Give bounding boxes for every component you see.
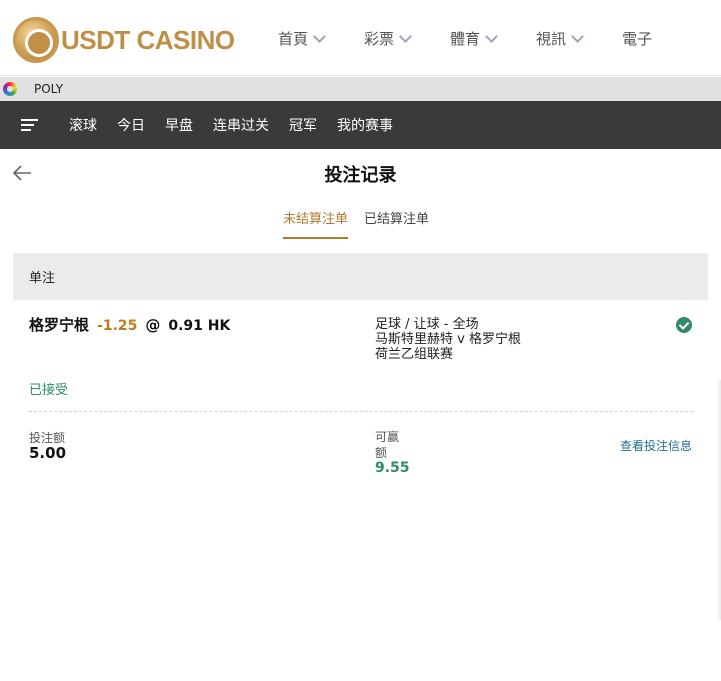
nav-label: 彩票 bbox=[364, 30, 395, 48]
sport-tab-early[interactable]: 早盘 bbox=[165, 115, 193, 135]
bet-selection-line: 格罗宁根 -1.25 @ 0.91 HK bbox=[29, 314, 230, 335]
casino-logo[interactable]: USDT CASINO bbox=[13, 16, 235, 64]
bet-status: 已接受 bbox=[29, 383, 69, 398]
sport-tab-today[interactable]: 今日 bbox=[117, 115, 145, 135]
sport-tabs: 滚球 今日 早盘 连串过关 冠军 我的赛事 bbox=[69, 115, 413, 135]
scroll-shadow bbox=[716, 380, 721, 620]
coin-logo-icon bbox=[13, 17, 59, 63]
logo-text: USDT CASINO bbox=[61, 24, 235, 55]
page-title: 投注记录 bbox=[324, 165, 397, 186]
site-header: USDT CASINO 首頁 彩票 體育 視訊 電子 bbox=[0, 0, 721, 76]
menu-icon[interactable] bbox=[21, 119, 38, 131]
dashed-divider bbox=[29, 411, 693, 412]
nav-label: 體育 bbox=[450, 30, 481, 48]
tab-settled[interactable]: 已结算注单 bbox=[364, 208, 429, 239]
handicap-value: -1.25 bbox=[97, 318, 138, 334]
main-nav: 首頁 彩票 體育 視訊 電子 bbox=[278, 28, 692, 49]
at-symbol: @ bbox=[145, 316, 161, 334]
nav-item-lottery[interactable]: 彩票 bbox=[364, 28, 412, 49]
tab-unsettled[interactable]: 未结算注单 bbox=[283, 208, 349, 239]
chevron-down-icon bbox=[313, 29, 326, 43]
poly-logo-icon bbox=[3, 82, 17, 96]
market-type: 足球 / 让球 - 全场 bbox=[375, 317, 479, 332]
section-header-single: 单注 bbox=[13, 253, 708, 300]
nav-item-live[interactable]: 視訊 bbox=[536, 28, 584, 49]
event-info: 足球 / 让球 - 全场 马斯特里赫特 v 格罗宁根 荷兰乙组联赛 bbox=[375, 317, 521, 362]
sport-tab-parlay[interactable]: 连串过关 bbox=[213, 115, 269, 135]
stake-value: 5.00 bbox=[29, 444, 67, 462]
chevron-down-icon bbox=[485, 29, 498, 43]
bet-record-tabs: 未结算注单 已结算注单 bbox=[283, 208, 445, 239]
selection-team: 格罗宁根 bbox=[29, 316, 90, 334]
nav-label: 電子 bbox=[622, 30, 653, 48]
provider-bar: POLY bbox=[0, 77, 721, 101]
potential-win-label: 可赢额 bbox=[375, 430, 400, 460]
potential-win-value: 9.55 bbox=[375, 460, 410, 476]
sport-tab-inplay[interactable]: 滚球 bbox=[69, 115, 97, 135]
nav-item-home[interactable]: 首頁 bbox=[278, 28, 326, 49]
view-bet-info-link[interactable]: 查看投注信息 bbox=[620, 437, 692, 454]
check-circle-icon bbox=[676, 317, 692, 333]
league-name: 荷兰乙组联赛 bbox=[375, 347, 454, 362]
chevron-down-icon bbox=[571, 29, 584, 43]
nav-item-sports[interactable]: 體育 bbox=[450, 28, 498, 49]
nav-item-slots[interactable]: 電子 bbox=[622, 28, 652, 49]
sport-tab-outright[interactable]: 冠军 bbox=[289, 115, 317, 135]
chevron-down-icon bbox=[399, 29, 412, 43]
nav-label: 首頁 bbox=[278, 30, 309, 48]
match-name: 马斯特里赫特 v 格罗宁根 bbox=[375, 332, 521, 347]
sport-nav: 滚球 今日 早盘 连串过关 冠军 我的赛事 bbox=[0, 101, 721, 149]
section-label: 单注 bbox=[29, 271, 56, 286]
odds-value: 0.91 HK bbox=[168, 318, 231, 334]
sport-tab-my-events[interactable]: 我的赛事 bbox=[337, 115, 393, 135]
nav-label: 視訊 bbox=[536, 30, 567, 48]
provider-label: POLY bbox=[34, 82, 64, 96]
